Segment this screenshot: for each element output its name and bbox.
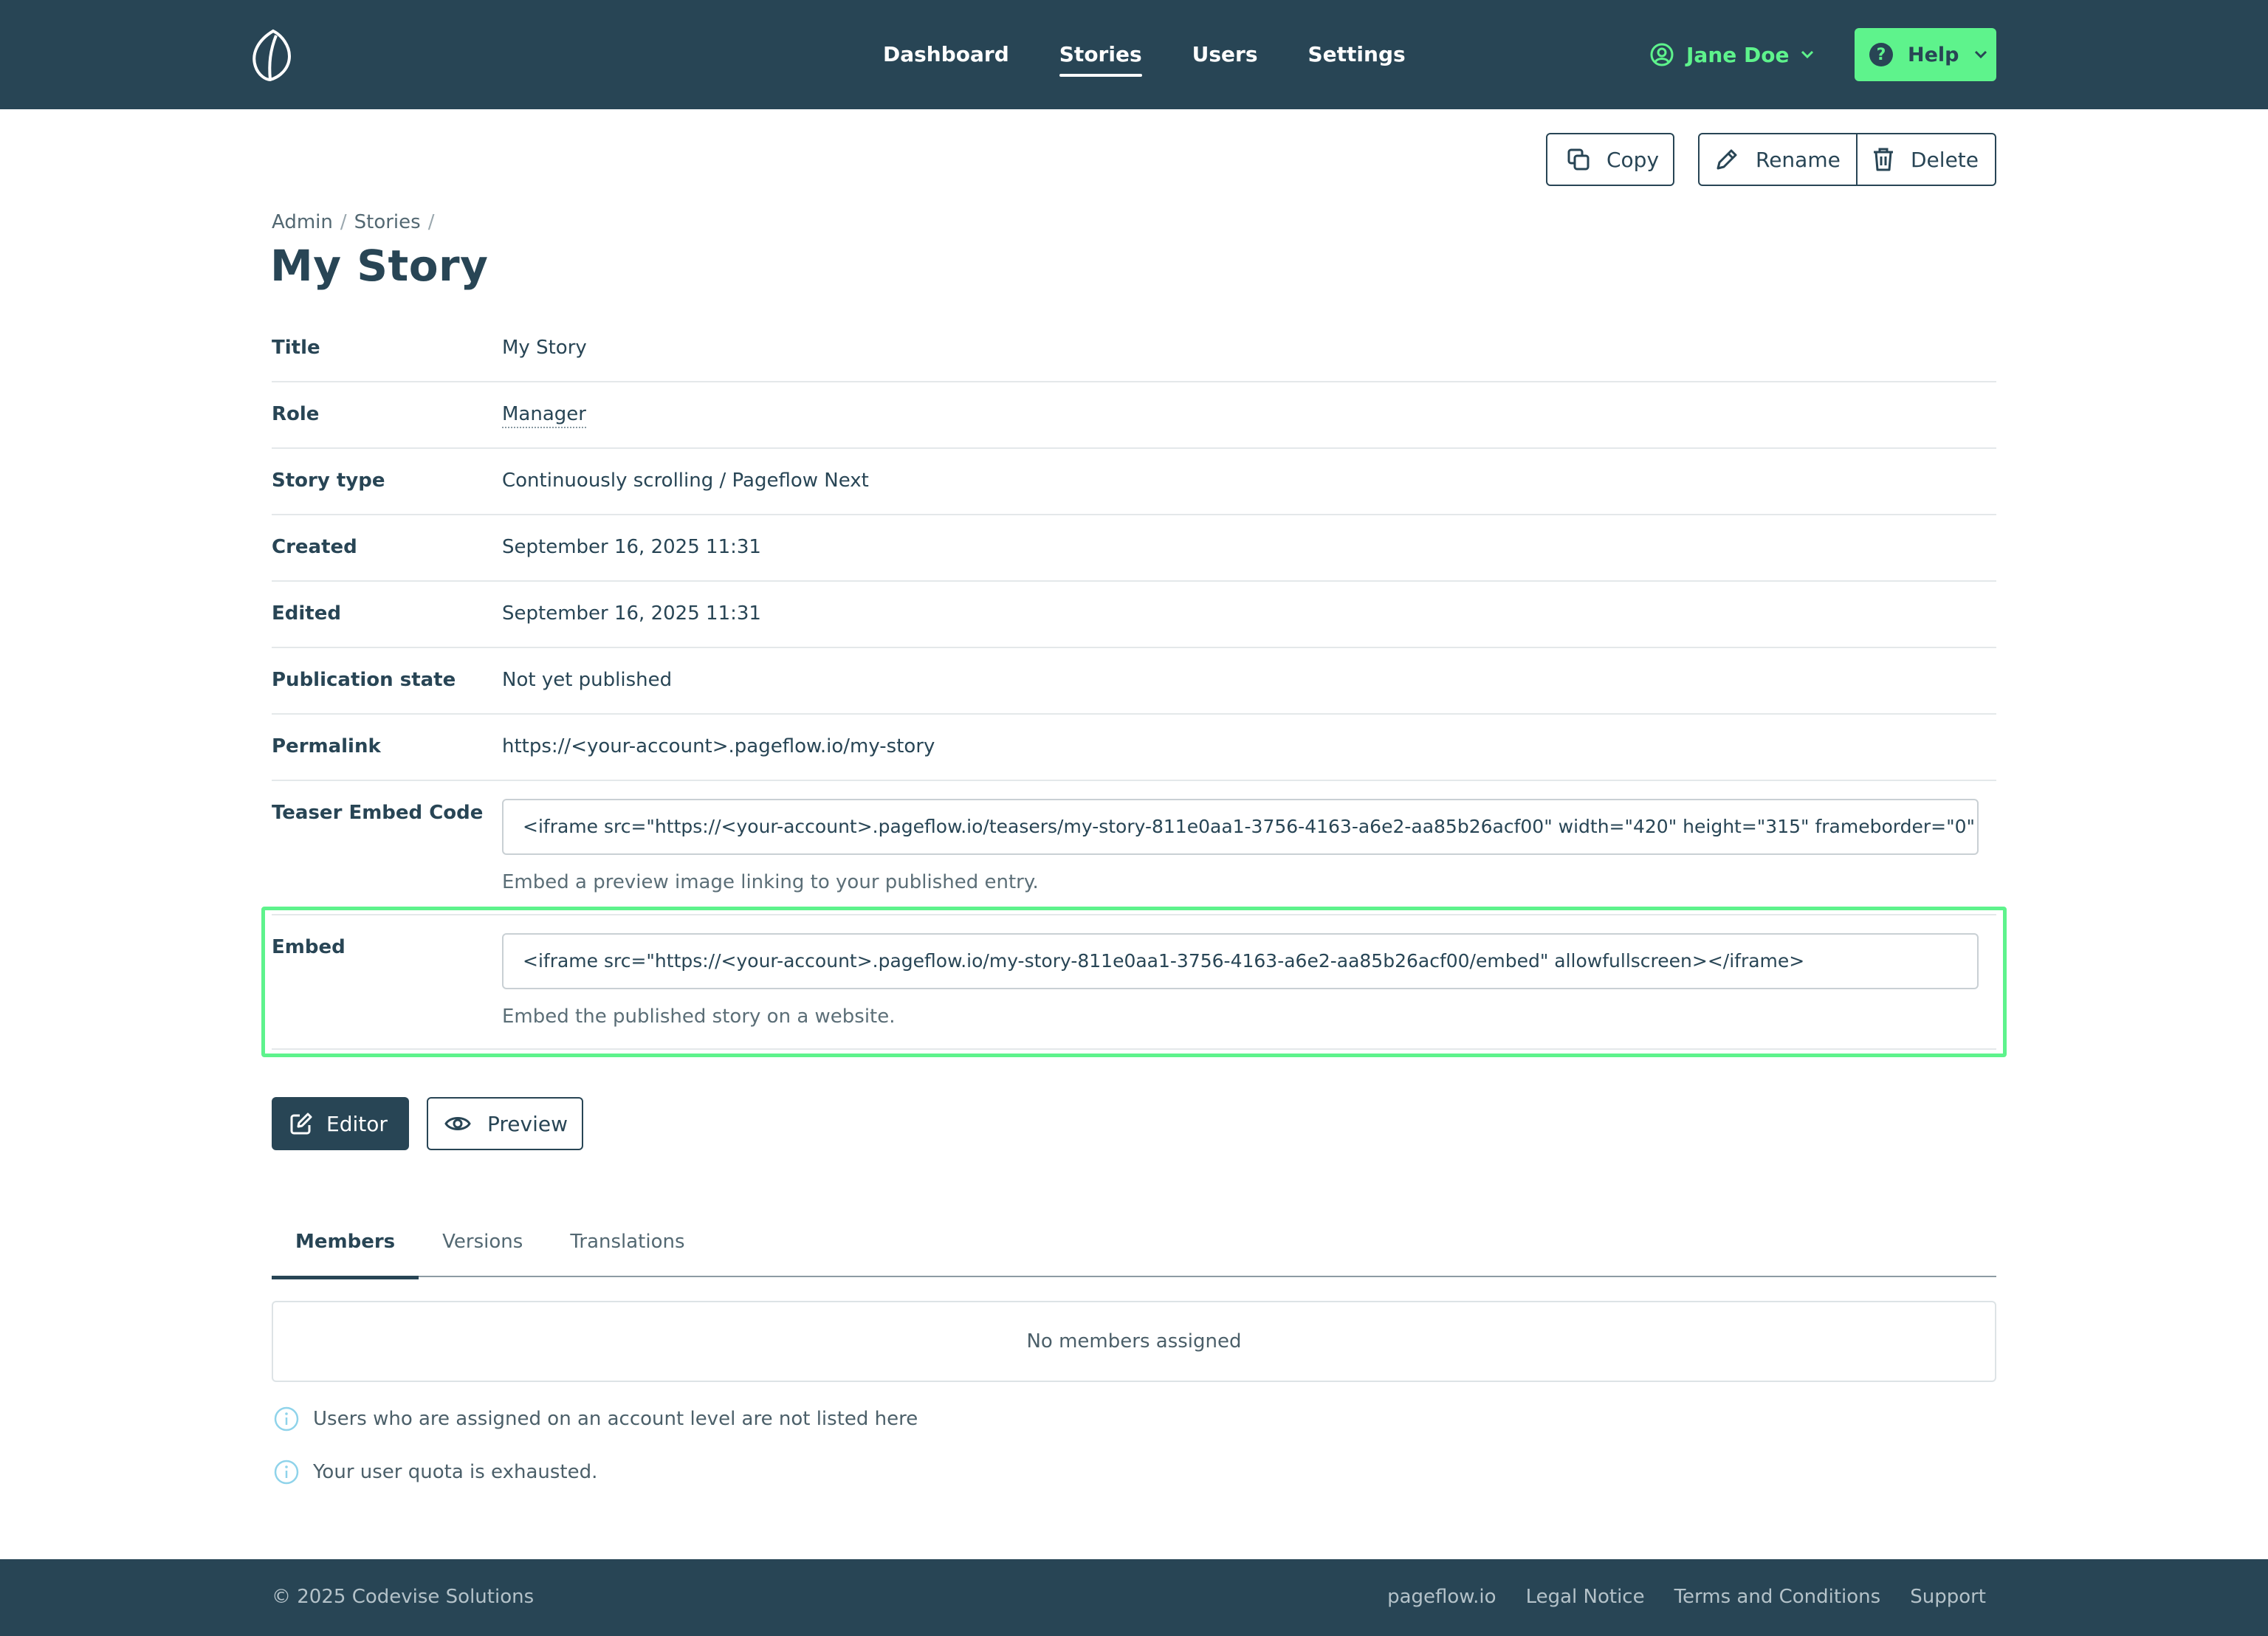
- tab-translations[interactable]: Translations: [546, 1215, 708, 1277]
- breadcrumb-stories[interactable]: Stories: [354, 211, 421, 233]
- property-label: Permalink: [272, 735, 381, 757]
- breadcrumb-separator: /: [340, 211, 347, 233]
- teaser-embed-help: Embed a preview image linking to your pu…: [502, 871, 1039, 893]
- property-value: September 16, 2025 11:31: [502, 536, 761, 558]
- property-row-story-type: Story type Continuously scrolling / Page…: [272, 449, 1996, 515]
- rename-button[interactable]: Rename: [1700, 134, 1856, 185]
- nav-dashboard[interactable]: Dashboard: [883, 0, 1009, 109]
- help-button[interactable]: ? Help: [1855, 28, 1996, 81]
- editor-button[interactable]: Editor: [272, 1097, 409, 1150]
- permalink-value: https://<your-account>.pageflow.io/my-st…: [502, 735, 935, 757]
- rename-delete-group: Rename Delete: [1698, 133, 1996, 186]
- embed-help: Embed the published story on a website.: [502, 1006, 896, 1028]
- preview-button[interactable]: Preview: [427, 1097, 583, 1150]
- edit-icon: [290, 1113, 312, 1135]
- property-row-publication-state: Publication state Not yet published: [272, 648, 1996, 715]
- property-value: My Story: [502, 337, 587, 359]
- page-title: My Story: [270, 241, 489, 291]
- footer-link-support[interactable]: Support: [1910, 1586, 1986, 1608]
- info-account-level: Users who are assigned on an account lev…: [273, 1406, 918, 1432]
- help-label: Help: [1908, 43, 1959, 66]
- chevron-down-icon: [1801, 50, 1814, 59]
- property-label: Embed: [272, 936, 346, 958]
- property-row-embed: Embed <iframe src="https://<your-account…: [272, 915, 1996, 1050]
- info-icon: [274, 1460, 299, 1485]
- breadcrumb: Admin / Stories /: [272, 211, 434, 233]
- user-name: Jane Doe: [1686, 42, 1790, 67]
- role-link[interactable]: Manager: [502, 403, 586, 428]
- info-icon: [274, 1406, 299, 1432]
- copy-icon: [1567, 148, 1590, 171]
- delete-button[interactable]: Delete: [1856, 134, 1995, 185]
- footer-link-legal-notice[interactable]: Legal Notice: [1526, 1586, 1645, 1608]
- property-label: Edited: [272, 602, 341, 625]
- nav-stories[interactable]: Stories: [1059, 0, 1142, 109]
- info-user-quota: Your user quota is exhausted.: [273, 1459, 597, 1485]
- nav-users[interactable]: Users: [1192, 0, 1258, 109]
- property-label: Created: [272, 536, 357, 558]
- question-circle-icon: ?: [1869, 43, 1893, 66]
- property-label: Teaser Embed Code: [272, 802, 484, 824]
- property-label: Publication state: [272, 669, 456, 691]
- nav-settings[interactable]: Settings: [1308, 0, 1406, 109]
- property-label: Title: [272, 337, 320, 359]
- info-text: Users who are assigned on an account lev…: [313, 1408, 918, 1430]
- breadcrumb-separator: /: [427, 211, 435, 233]
- property-label: Story type: [272, 470, 385, 492]
- members-empty-text: No members assigned: [1026, 1330, 1242, 1353]
- pencil-icon: [1717, 149, 1737, 170]
- tab-members[interactable]: Members: [272, 1215, 419, 1279]
- teaser-embed-code-field[interactable]: <iframe src="https://<your-account>.page…: [502, 799, 1979, 855]
- main-nav: Dashboard Stories Users Settings: [883, 0, 1456, 109]
- property-value: Continuously scrolling / Pageflow Next: [502, 470, 869, 492]
- embed-code-field[interactable]: <iframe src="https://<your-account>.page…: [502, 933, 1979, 989]
- delete-label: Delete: [1911, 147, 1979, 172]
- property-row-role: Role Manager: [272, 382, 1996, 449]
- story-tabs: Members Versions Translations: [272, 1215, 1996, 1279]
- property-row-teaser-embed: Teaser Embed Code <iframe src="https://<…: [272, 781, 1996, 915]
- property-row-title: Title My Story: [272, 316, 1996, 382]
- chevron-down-icon: [1974, 50, 1987, 59]
- footer-copyright: © 2025 Codevise Solutions: [272, 1586, 535, 1608]
- preview-label: Preview: [487, 1111, 568, 1136]
- footer-link-terms[interactable]: Terms and Conditions: [1674, 1586, 1881, 1608]
- property-label: Role: [272, 403, 320, 425]
- copy-button[interactable]: Copy: [1546, 133, 1674, 186]
- trash-icon: [1874, 148, 1893, 171]
- tab-versions[interactable]: Versions: [419, 1215, 546, 1277]
- members-empty-state: No members assigned: [272, 1301, 1996, 1382]
- info-text: Your user quota is exhausted.: [313, 1461, 598, 1483]
- property-row-permalink: Permalink https://<your-account>.pageflo…: [272, 715, 1996, 781]
- property-value: September 16, 2025 11:31: [502, 602, 761, 625]
- pageflow-logo-icon[interactable]: [248, 28, 294, 83]
- user-menu[interactable]: Jane Doe: [1649, 37, 1814, 72]
- footer-links: pageflow.io Legal Notice Terms and Condi…: [1387, 1586, 1986, 1608]
- property-row-edited: Edited September 16, 2025 11:31: [272, 582, 1996, 648]
- rename-label: Rename: [1756, 147, 1841, 172]
- top-navigation-bar: Dashboard Stories Users Settings Jane Do…: [0, 0, 2268, 109]
- editor-label: Editor: [326, 1111, 388, 1136]
- footer: © 2025 Codevise Solutions pageflow.io Le…: [0, 1559, 2268, 1636]
- eye-icon: [444, 1117, 471, 1130]
- property-row-created: Created September 16, 2025 11:31: [272, 515, 1996, 582]
- copy-label: Copy: [1606, 147, 1660, 172]
- breadcrumb-admin[interactable]: Admin: [272, 211, 333, 233]
- footer-link-pageflow[interactable]: pageflow.io: [1387, 1586, 1496, 1608]
- user-circle-icon: [1650, 43, 1674, 66]
- story-properties: Title My Story Role Manager Story type C…: [272, 316, 1996, 1050]
- property-value: Not yet published: [502, 669, 673, 691]
